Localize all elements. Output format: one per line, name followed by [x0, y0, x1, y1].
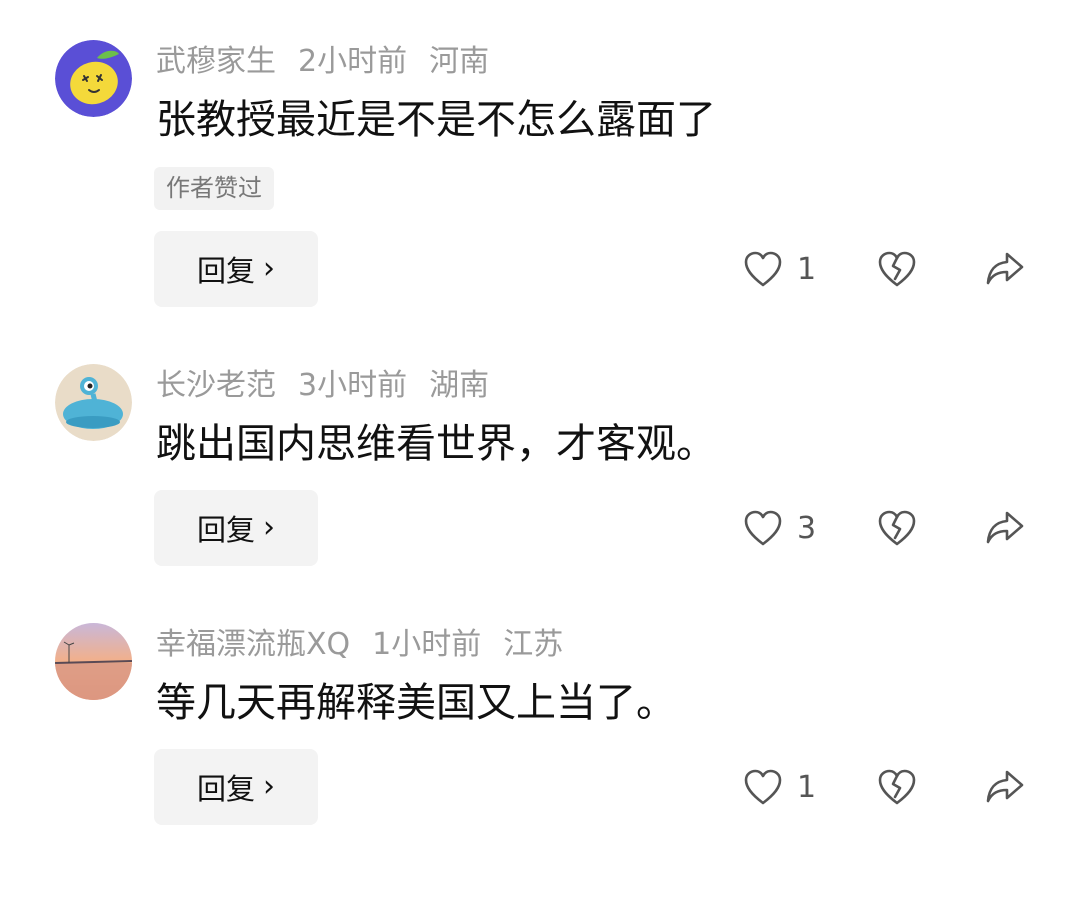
chevron-right-icon: ›: [263, 251, 275, 286]
reply-button[interactable]: 回复 ›: [154, 231, 318, 307]
broken-heart-icon: [878, 769, 916, 805]
timestamp: 3小时前: [298, 368, 408, 403]
user-avatar[interactable]: [55, 364, 132, 441]
comment-item: 长沙老范 3小时前 湖南 跳出国内思维看世界，才客观。 回复 › 3: [0, 364, 1080, 644]
reply-label: 回复: [196, 254, 255, 288]
blue-alien-icon: [55, 364, 132, 441]
heart-outline-icon: [744, 769, 782, 805]
comment-text: 跳出国内思维看世界，才客观。: [156, 421, 716, 467]
comment-meta: 武穆家生 2小时前 河南: [156, 42, 489, 82]
dislike-button[interactable]: [877, 509, 917, 547]
dislike-button[interactable]: [877, 768, 917, 806]
username[interactable]: 幸福漂流瓶XQ: [156, 627, 350, 662]
share-button[interactable]: [985, 250, 1025, 288]
like-count: 3: [797, 510, 817, 546]
share-arrow-icon: [986, 511, 1024, 544]
comment-item: 幸福漂流瓶XQ 1小时前 江苏 等几天再解释美国又上当了。 回复 › 1: [0, 623, 1080, 903]
comment-actions: 3: [743, 490, 1025, 566]
like-button[interactable]: 1: [743, 250, 817, 288]
like-count: 1: [797, 251, 817, 287]
sunset-beach-icon: [55, 623, 132, 700]
location: 湖南: [429, 368, 490, 403]
chevron-right-icon: ›: [263, 769, 275, 804]
reply-button[interactable]: 回复 ›: [154, 490, 318, 566]
share-arrow-icon: [986, 770, 1024, 803]
like-button[interactable]: 1: [743, 768, 817, 806]
heart-outline-icon: [744, 251, 782, 287]
username[interactable]: 武穆家生: [156, 44, 276, 79]
share-button[interactable]: [985, 768, 1025, 806]
author-liked-badge: 作者赞过: [154, 167, 274, 210]
comment-text: 张教授最近是不是不怎么露面了: [156, 97, 716, 143]
comment-actions: 1: [743, 749, 1025, 825]
comment-text: 等几天再解释美国又上当了。: [156, 680, 676, 726]
share-button[interactable]: [985, 509, 1025, 547]
reply-button[interactable]: 回复 ›: [154, 749, 318, 825]
like-button[interactable]: 3: [743, 509, 817, 547]
timestamp: 1小时前: [372, 627, 482, 662]
user-avatar[interactable]: [55, 40, 132, 117]
location: 河南: [429, 44, 490, 79]
comment-meta: 幸福漂流瓶XQ 1小时前 江苏: [156, 625, 563, 665]
lemon-character-icon: [55, 40, 132, 117]
comment-item: 武穆家生 2小时前 河南 张教授最近是不是不怎么露面了 作者赞过 回复 › 1: [0, 40, 1080, 320]
reply-label: 回复: [196, 772, 255, 806]
broken-heart-icon: [878, 251, 916, 287]
heart-outline-icon: [744, 510, 782, 546]
timestamp: 2小时前: [298, 44, 408, 79]
dislike-button[interactable]: [877, 250, 917, 288]
reply-label: 回复: [196, 513, 255, 547]
like-count: 1: [797, 769, 817, 805]
username[interactable]: 长沙老范: [156, 368, 276, 403]
chevron-right-icon: ›: [263, 510, 275, 545]
broken-heart-icon: [878, 510, 916, 546]
comment-actions: 1: [743, 231, 1025, 307]
share-arrow-icon: [986, 252, 1024, 285]
comment-meta: 长沙老范 3小时前 湖南: [156, 366, 489, 406]
location: 江苏: [503, 627, 564, 662]
user-avatar[interactable]: [55, 623, 132, 700]
